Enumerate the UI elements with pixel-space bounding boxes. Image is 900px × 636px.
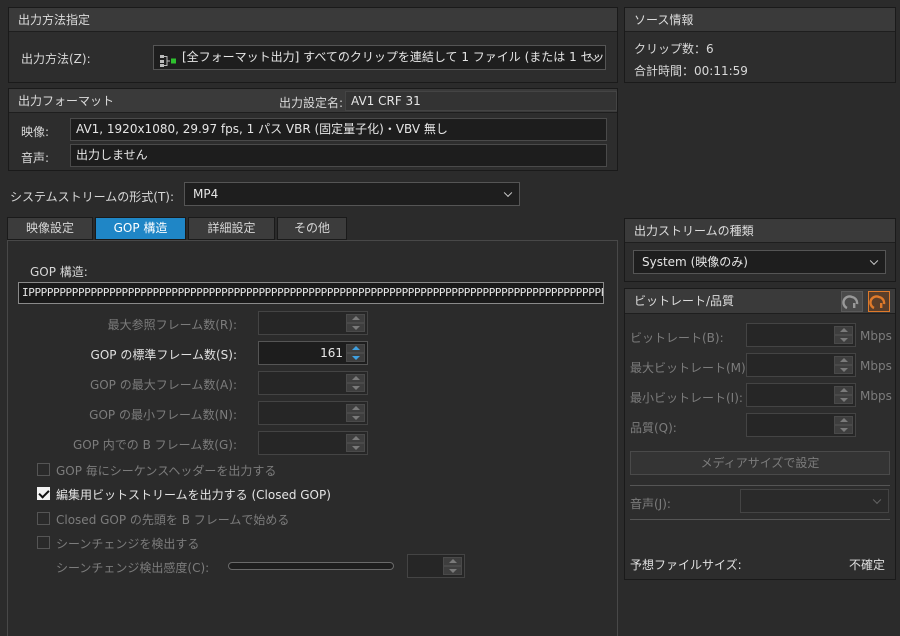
chevron-down-icon bbox=[503, 188, 513, 198]
spin-down-icon bbox=[346, 413, 365, 422]
spin-down-icon[interactable] bbox=[346, 353, 365, 362]
spin-down-icon bbox=[346, 323, 365, 332]
spin-up-icon bbox=[834, 386, 853, 395]
chevron-down-icon bbox=[869, 256, 879, 266]
tab-video-settings[interactable]: 映像設定 bbox=[7, 217, 93, 240]
source-info-panel: ソース情報 クリップ数：6 合計時間：00:11:59 bbox=[624, 7, 896, 83]
spin-up-icon bbox=[443, 557, 462, 566]
clip-count: クリップ数：6 bbox=[634, 42, 714, 56]
tab-gop-structure[interactable]: GOP 構造 bbox=[95, 217, 186, 240]
spin-down-icon bbox=[834, 395, 853, 404]
audio-label: 音声: bbox=[21, 151, 50, 165]
spin-up-icon bbox=[346, 374, 365, 383]
quality-stepper bbox=[746, 413, 856, 437]
min-bitrate-unit: Mbps bbox=[860, 389, 892, 403]
video-summary-field: AV1, 1920x1080, 29.97 fps, 1 パス VBR (固定量… bbox=[70, 118, 607, 141]
b-frames-stepper bbox=[258, 431, 368, 455]
gop-structure-label: GOP 構造: bbox=[30, 265, 88, 279]
stream-type-panel: 出力ストリームの種類 System (映像のみ) bbox=[624, 218, 896, 282]
media-size-button: メディアサイズで設定 bbox=[630, 451, 890, 475]
spin-down-icon bbox=[346, 443, 365, 452]
scene-change-label[interactable]: シーンチェンジを検出する bbox=[56, 535, 199, 552]
quality-label: 品質(Q): bbox=[630, 421, 677, 435]
system-stream-select[interactable]: MP4 bbox=[184, 182, 520, 206]
b-frames-label: GOP 内での B フレーム数(G): bbox=[72, 438, 237, 452]
output-method-value: [全フォーマット出力] すべてのクリップを連結して 1 ファイル (または 1 … bbox=[182, 50, 605, 64]
max-bitrate-stepper bbox=[746, 353, 856, 377]
max-bitrate-label: 最大ビットレート(M): bbox=[630, 361, 750, 375]
output-format-title: 出力フォーマット bbox=[18, 94, 115, 108]
spin-down-icon bbox=[346, 383, 365, 392]
spin-down-icon bbox=[834, 425, 853, 434]
scene-sensitivity-stepper bbox=[407, 554, 465, 578]
source-info-header: ソース情報 bbox=[625, 8, 895, 32]
gop-std-frames-value: 161 bbox=[320, 346, 343, 360]
spin-down-icon bbox=[834, 335, 853, 344]
bitrate-unit: Mbps bbox=[860, 329, 892, 343]
min-bitrate-label: 最小ビットレート(I): bbox=[630, 391, 743, 405]
closed-gop-label[interactable]: 編集用ビットストリームを出力する (Closed GOP) bbox=[56, 486, 331, 503]
spin-up-icon bbox=[834, 416, 853, 425]
spin-up-icon bbox=[834, 326, 853, 335]
divider bbox=[630, 485, 890, 486]
spin-up-icon bbox=[834, 356, 853, 365]
bitrate-mode-icon[interactable] bbox=[868, 291, 890, 312]
gop-min-frames-label: GOP の最小フレーム数(N): bbox=[89, 408, 237, 422]
gop-max-frames-label: GOP の最大フレーム数(A): bbox=[89, 378, 237, 392]
output-method-header: 出力方法指定 bbox=[9, 8, 617, 32]
total-time: 合計時間：00:11:59 bbox=[634, 64, 748, 78]
stream-type-select[interactable]: System (映像のみ) bbox=[633, 250, 886, 274]
output-method-label: 出力方法(Z): bbox=[21, 52, 91, 66]
output-method-select[interactable]: [全フォーマット出力] すべてのクリップを連結して 1 ファイル (または 1 … bbox=[153, 45, 606, 70]
tab-advanced-settings[interactable]: 詳細設定 bbox=[188, 217, 275, 240]
divider bbox=[630, 519, 890, 520]
audio-summary-field: 出力しません bbox=[70, 144, 607, 167]
max-ref-frames-stepper bbox=[258, 311, 368, 335]
system-stream-value: MP4 bbox=[193, 187, 219, 201]
spin-down-icon bbox=[443, 566, 462, 575]
gop-std-frames-stepper[interactable]: 161 bbox=[258, 341, 368, 365]
output-method-icon bbox=[160, 52, 176, 67]
est-file-size-label: 予想ファイルサイズ: bbox=[630, 558, 742, 572]
seq-header-label: GOP 毎にシーケンスヘッダーを出力する bbox=[56, 464, 277, 478]
bitrate-label: ビットレート(B): bbox=[630, 331, 724, 345]
closed-gop-checkbox[interactable] bbox=[37, 487, 50, 500]
scene-change-checkbox[interactable] bbox=[37, 536, 50, 549]
video-label: 映像: bbox=[21, 125, 50, 139]
gop-max-frames-stepper bbox=[258, 371, 368, 395]
chevron-down-icon bbox=[872, 495, 882, 505]
min-bitrate-stepper bbox=[746, 383, 856, 407]
est-file-size-value: 不確定 bbox=[848, 558, 885, 572]
audio-bitrate-select bbox=[740, 489, 889, 513]
gop-structure-field[interactable]: IPPPPPPPPPPPPPPPPPPPPPPPPPPPPPPPPPPPPPPP… bbox=[18, 282, 604, 304]
gop-min-frames-stepper bbox=[258, 401, 368, 425]
seq-header-checkbox bbox=[37, 463, 50, 476]
preset-name-field[interactable]: AV1 CRF 31 bbox=[345, 91, 617, 111]
quality-icon[interactable] bbox=[841, 291, 863, 312]
closed-gop-b-label: Closed GOP の先頭を B フレームで始める bbox=[56, 513, 290, 527]
output-format-panel: 出力フォーマット 出力設定名: AV1 CRF 31 映像: AV1, 1920… bbox=[8, 88, 618, 171]
audio-bitrate-label: 音声(J): bbox=[630, 497, 671, 511]
spin-down-icon bbox=[834, 365, 853, 374]
bitrate-title: ビットレート/品質 bbox=[634, 294, 735, 308]
bitrate-stepper bbox=[746, 323, 856, 347]
stream-type-value: System (映像のみ) bbox=[642, 255, 748, 269]
output-method-panel: 出力方法指定 出力方法(Z): [全フォーマット出力] すべてのクリップを連結し… bbox=[8, 7, 618, 83]
preset-label: 出力設定名: bbox=[279, 96, 344, 110]
max-bitrate-unit: Mbps bbox=[860, 359, 892, 373]
scene-sensitivity-label: シーンチェンジ検出感度(C): bbox=[56, 561, 210, 575]
spin-up-icon bbox=[346, 314, 365, 323]
spin-up-icon bbox=[346, 434, 365, 443]
system-stream-label: システムストリームの形式(T): bbox=[10, 190, 175, 204]
stream-type-header: 出力ストリームの種類 bbox=[625, 219, 895, 243]
spin-up-icon bbox=[346, 404, 365, 413]
spin-up-icon[interactable] bbox=[346, 344, 365, 353]
gop-std-frames-label: GOP の標準フレーム数(S): bbox=[90, 348, 237, 362]
max-ref-frames-label: 最大参照フレーム数(R): bbox=[107, 318, 237, 332]
closed-gop-b-checkbox bbox=[37, 512, 50, 525]
scene-sensitivity-slider bbox=[228, 562, 394, 570]
bitrate-panel: ビットレート/品質 ビットレート(B): Mbps 最大ビットレート(M): M… bbox=[624, 288, 896, 580]
tab-other[interactable]: その他 bbox=[277, 217, 347, 240]
